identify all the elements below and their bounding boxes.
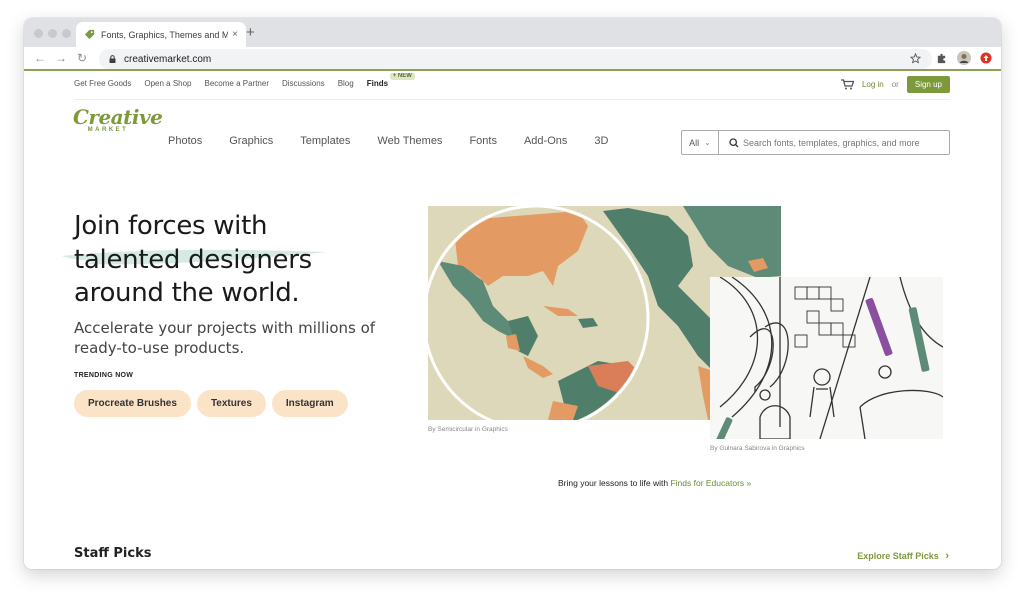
search-input[interactable] [743,137,948,148]
new-tab-button[interactable]: + [246,24,255,41]
trending-label: TRENDING NOW [74,372,134,379]
cart-icon[interactable] [840,79,854,90]
extension-red-icon[interactable] [979,51,993,65]
nav-templates[interactable]: Templates [300,135,350,147]
hero-title-line3: around the world. [74,278,300,308]
new-badge: + NEW [389,73,415,80]
hero-image-coloring[interactable] [710,277,943,439]
login-link[interactable]: Log in [862,80,884,89]
nav-3d[interactable]: 3D [594,135,608,147]
search-icon [729,137,739,147]
hero-title-line2: talented designers [74,244,312,275]
account-area: Log in or Sign up [840,76,950,93]
close-window-button[interactable] [34,29,43,38]
search-category-select[interactable]: All ⌄ [682,131,719,154]
promo-text: Bring your lessons to life with [558,478,671,488]
util-link-partner[interactable]: Become a Partner [205,79,269,88]
search-box: All ⌄ [681,130,950,155]
nav-graphics[interactable]: Graphics [229,135,273,147]
map-credit[interactable]: By Semicircular in Graphics [428,426,508,433]
logo-wordmark: Creative [73,105,163,129]
chevron-right-icon: › [945,550,949,562]
bookmark-star-icon[interactable] [908,51,922,65]
lock-icon [109,55,116,63]
minimize-window-button[interactable] [48,29,57,38]
finds-label: Finds [366,79,389,88]
browser-window: Fonts, Graphics, Themes and M × + ← → ↻ … [24,18,1001,569]
staff-picks-title: Staff Picks [74,546,152,561]
hero-title-line1: Join forces with [74,211,268,241]
tab-title: Fonts, Graphics, Themes and M [101,29,229,40]
nav-web-themes[interactable]: Web Themes [377,135,442,147]
main-nav: Photos Graphics Templates Web Themes Fon… [168,135,635,147]
tab-strip: Fonts, Graphics, Themes and M × + [24,18,1001,47]
explore-label: Explore Staff Picks [857,551,939,561]
nav-fonts[interactable]: Fonts [469,135,497,147]
nav-photos[interactable]: Photos [168,135,202,147]
util-link-finds[interactable]: Finds + NEW [366,73,415,88]
chip-instagram[interactable]: Instagram [271,390,348,417]
browser-toolbar: ← → ↻ creativemarket.com [24,47,1001,71]
chip-textures[interactable]: Textures [196,390,266,417]
chevron-down-icon: ⌄ [704,138,711,147]
coloring-credit[interactable]: By Gulnara Sabirova in Graphics [710,445,805,452]
trending-chips: Procreate Brushes Textures Instagram [74,390,348,417]
or-text: or [891,80,899,89]
util-link-free-goods[interactable]: Get Free Goods [74,79,131,88]
forward-button[interactable]: → [55,51,67,65]
back-button[interactable]: ← [34,51,46,65]
signup-button[interactable]: Sign up [906,76,950,93]
utility-nav: Get Free Goods Open a Shop Become a Part… [74,73,415,88]
finds-for-educators-link[interactable]: Finds for Educators » [670,478,751,488]
browser-tab-active[interactable]: Fonts, Graphics, Themes and M × [76,22,246,47]
header-divider [74,99,950,100]
util-link-discussions[interactable]: Discussions [282,79,325,88]
chip-procreate-brushes[interactable]: Procreate Brushes [74,390,191,417]
page-content: Get Free Goods Open a Shop Become a Part… [24,73,1001,569]
util-link-open-shop[interactable]: Open a Shop [144,79,191,88]
hero-subtitle: Accelerate your projects with millions o… [74,319,376,357]
maximize-window-button[interactable] [62,29,71,38]
creative-market-favicon-icon [84,29,95,40]
nav-add-ons[interactable]: Add-Ons [524,135,567,147]
extensions-puzzle-icon[interactable] [934,51,948,65]
tab-close-icon[interactable]: × [232,29,238,40]
coloring-illustration [710,277,943,439]
educators-promo: Bring your lessons to life with Finds fo… [558,478,751,488]
explore-staff-picks-link[interactable]: Explore Staff Picks › [857,550,949,562]
address-bar[interactable]: creativemarket.com [99,49,932,69]
reload-button[interactable]: ↻ [77,51,87,65]
util-link-blog[interactable]: Blog [338,79,354,88]
search-category-value: All [689,137,700,148]
hero-title: Join forces with talented designers arou… [74,210,312,311]
profile-avatar-icon[interactable] [957,51,971,65]
creative-market-logo[interactable]: Creative MARKET [73,105,163,133]
url-text: creativemarket.com [124,53,212,65]
